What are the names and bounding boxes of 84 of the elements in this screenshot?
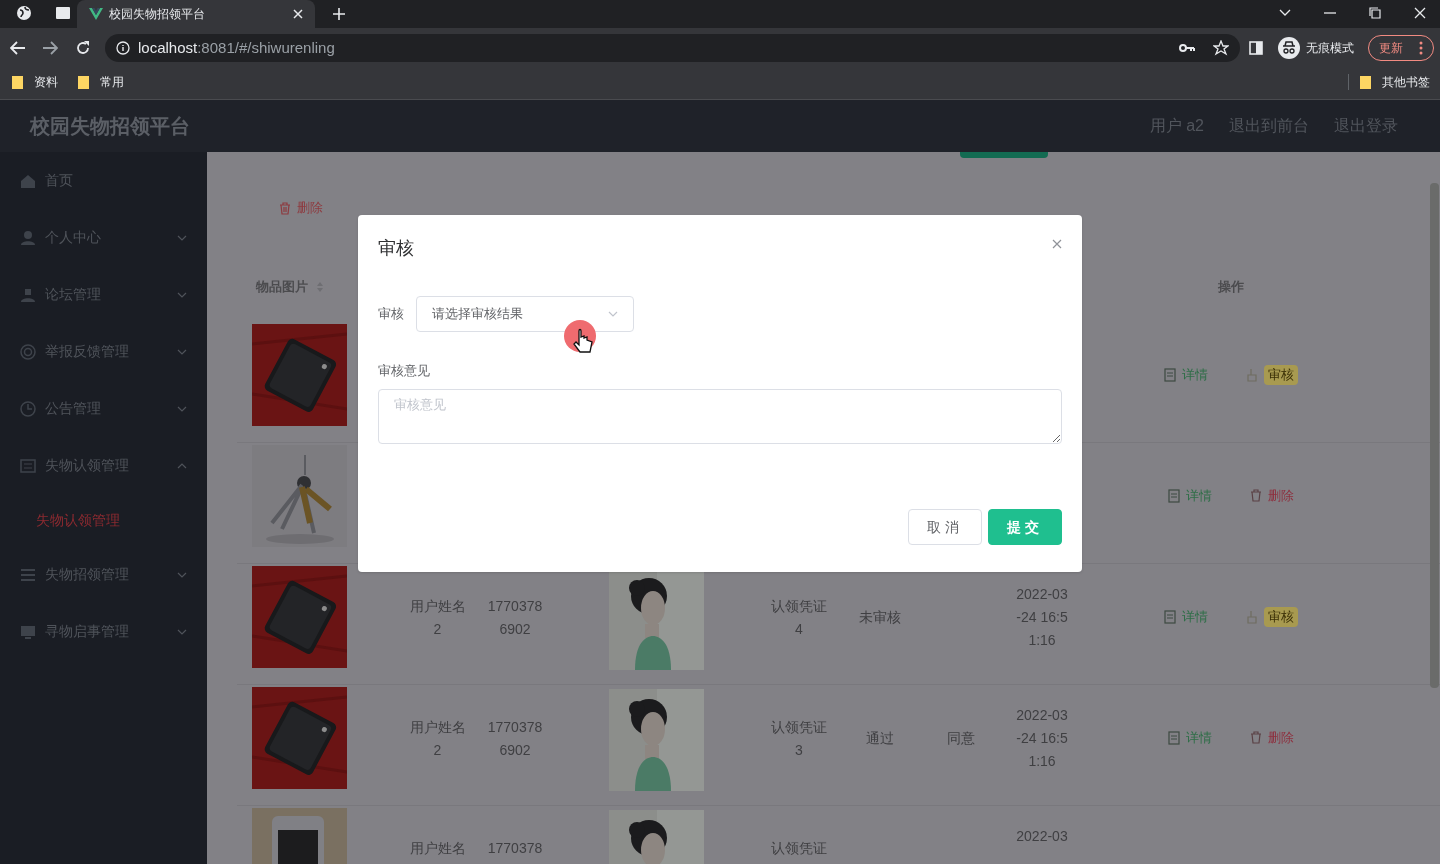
table-cell-text: 认领凭证 <box>770 839 828 858</box>
user-icon <box>20 229 36 246</box>
bookmark[interactable]: 资料 <box>12 72 58 91</box>
key-icon[interactable] <box>1179 43 1195 53</box>
field-label: 审核意见 <box>378 362 431 380</box>
chevron-down-icon <box>608 311 618 317</box>
delete-button[interactable]: 删除 <box>279 198 323 218</box>
chevron-down-icon[interactable] <box>1279 9 1291 17</box>
chevron-down-icon <box>177 348 187 355</box>
cancel-button[interactable]: 取消 <box>908 509 982 545</box>
target-icon <box>20 343 36 360</box>
reload-icon[interactable] <box>75 40 91 56</box>
chevron-down-icon <box>177 571 187 578</box>
home-icon <box>20 172 36 189</box>
folder-icon <box>78 74 90 89</box>
delete-link[interactable]: 删除 <box>1250 728 1294 748</box>
chevron-down-icon <box>177 628 187 635</box>
table-cell-text: 用户姓名2 <box>408 597 467 639</box>
dialog-title: 审核 <box>378 237 414 260</box>
list-icon <box>20 566 36 583</box>
vue-logo-icon <box>89 8 103 20</box>
globe-icon[interactable] <box>16 5 32 21</box>
document-icon <box>1164 368 1176 382</box>
table-cell-text: 认领凭证3 <box>770 718 828 760</box>
document-icon <box>1168 731 1180 745</box>
table-cell-text: 17703786902 <box>487 718 543 760</box>
incognito-icon <box>1278 37 1300 59</box>
table-cell-text: 2022-03-24 16:51:16 <box>1015 706 1069 771</box>
table-cell-text: 17703786902 <box>487 597 543 639</box>
back-icon[interactable] <box>10 41 26 55</box>
url-text: localhost:8081/#/shiwurenling <box>138 37 335 58</box>
trash-icon <box>279 201 291 215</box>
delete-link[interactable]: 删除 <box>1250 486 1294 506</box>
document-icon <box>1164 610 1176 624</box>
document-icon <box>1168 489 1180 503</box>
more-icon <box>1419 41 1423 55</box>
bookmark[interactable]: 常用 <box>78 72 124 91</box>
bookmark[interactable]: 其他书签 <box>1360 72 1430 91</box>
table-cell-text: 同意 <box>946 728 976 748</box>
detail-link[interactable]: 详情 <box>1168 728 1212 748</box>
sidebar-subitem[interactable]: 失物认领管理 <box>0 494 207 546</box>
table-cell-text: 未审核 <box>858 607 902 627</box>
browser-tab[interactable]: 校园失物招领平台 <box>77 0 315 28</box>
table-cell-text: 2022-03-24 16:51:16 <box>1015 585 1069 650</box>
trash-icon <box>1250 489 1262 503</box>
detail-link[interactable]: 详情 <box>1164 607 1208 627</box>
new-tab-icon[interactable] <box>332 7 346 21</box>
table-cell-text: 2022-03 <box>1015 827 1069 846</box>
chevron-down-icon <box>177 291 187 298</box>
window-icon[interactable] <box>55 6 71 20</box>
profile-button[interactable]: 无痕模式 <box>1278 37 1354 59</box>
folder-icon <box>12 74 24 89</box>
table-cell-text: 1770378 <box>487 839 543 858</box>
table-cell-text: 认领凭证4 <box>770 597 828 639</box>
detail-link[interactable]: 详情 <box>1164 365 1208 385</box>
clock-icon <box>20 400 36 417</box>
chevron-up-icon <box>177 462 187 469</box>
field-label: 审核 <box>378 305 404 324</box>
opinion-textarea[interactable]: 审核意见 <box>378 389 1062 444</box>
user-icon <box>20 286 36 303</box>
hand-icon <box>1246 610 1258 624</box>
card-icon <box>20 457 36 474</box>
restore-icon[interactable] <box>1369 7 1381 19</box>
sidebar-icon[interactable] <box>1249 41 1263 55</box>
scrollbar[interactable] <box>1430 183 1439 688</box>
app-title: 校园失物招领平台 <box>30 114 190 139</box>
folder-icon <box>1360 74 1372 89</box>
table-cell-text: 用户姓名2 <box>408 718 467 760</box>
table-cell-text: 通过 <box>865 728 895 748</box>
chevron-down-icon <box>177 405 187 412</box>
column-header: 操作 <box>1218 278 1244 297</box>
column-header: 物品图片 <box>256 278 308 297</box>
monitor-icon <box>20 623 36 640</box>
submit-button[interactable]: 提交 <box>988 509 1062 545</box>
forward-icon[interactable] <box>42 41 58 55</box>
hand-icon <box>1246 368 1258 382</box>
trash-icon <box>1250 731 1262 745</box>
chevron-down-icon <box>177 234 187 241</box>
star-icon[interactable] <box>1213 40 1229 56</box>
address-bar[interactable]: localhost:8081/#/shiwurenling <box>105 34 1240 62</box>
table-cell-text: 用户姓名 <box>408 839 467 858</box>
tab-title: 校园失物招领平台 <box>109 6 206 23</box>
detail-link[interactable]: 详情 <box>1168 486 1212 506</box>
info-icon <box>116 41 130 55</box>
